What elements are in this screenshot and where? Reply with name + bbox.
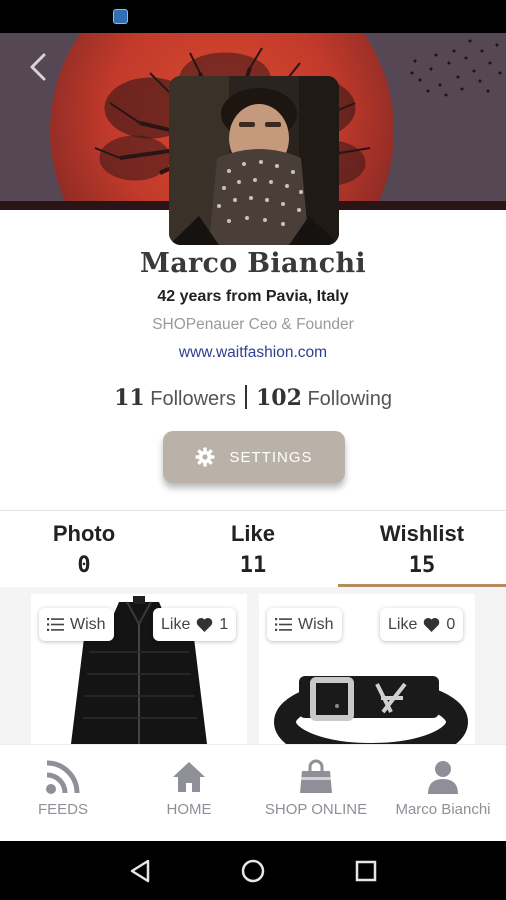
gear-icon (195, 447, 215, 467)
chevron-left-icon (30, 53, 46, 81)
android-back-button[interactable] (126, 857, 154, 885)
notification-icon (113, 9, 128, 24)
nav-shop-online-label: SHOP ONLINE (264, 801, 368, 818)
follow-divider (245, 385, 248, 409)
user-icon (428, 761, 458, 794)
nav-home-label: HOME (166, 801, 212, 818)
nav-profile[interactable]: Marco Bianchi (380, 745, 506, 842)
like-count: 1 (219, 615, 229, 633)
back-button[interactable] (20, 47, 56, 87)
avatar-photo (169, 76, 339, 245)
tab-wishlist-label: Wishlist (379, 521, 465, 546)
wish-button[interactable]: Wish (267, 608, 342, 641)
tab-photo[interactable]: Photo 0 (0, 511, 168, 588)
home-icon (173, 762, 205, 792)
bottom-navigation: FEEDS HOME SHOP ONLINE Marco Bianchi (0, 744, 506, 841)
follow-stats: 11 Followers 102 Following (0, 385, 506, 411)
settings-button-label: SETTINGS (229, 448, 313, 466)
following-count: 102 (255, 385, 302, 411)
product-card[interactable]: Wish Like 1 (31, 594, 247, 744)
triangle-back-icon (130, 859, 150, 883)
nav-shop-online[interactable]: SHOP ONLINE (253, 745, 379, 842)
followers-stat[interactable]: 11 Followers (114, 385, 241, 411)
wishlist-grid: Wish Like 1 Wish Like 0 (0, 587, 506, 744)
following-stat[interactable]: 102 Following (250, 385, 392, 411)
profile-avatar[interactable] (169, 76, 339, 245)
wish-button[interactable]: Wish (39, 608, 114, 641)
android-home-button[interactable] (239, 857, 267, 885)
square-recents-icon (355, 860, 377, 882)
tab-photo-count: 0 (77, 553, 91, 578)
like-button[interactable]: Like 1 (153, 608, 237, 641)
like-label: Like (161, 615, 191, 633)
status-bar (0, 0, 506, 33)
wish-label: Wish (298, 615, 334, 633)
settings-button[interactable]: SETTINGS (163, 431, 345, 483)
shopping-bag-icon (300, 759, 332, 793)
heart-icon (197, 617, 213, 632)
rss-icon (46, 760, 80, 794)
wish-label: Wish (70, 615, 106, 633)
profile-website-link[interactable]: www.waitfashion.com (0, 344, 506, 362)
nav-feeds-label: FEEDS (37, 801, 88, 818)
tab-like[interactable]: Like 11 (169, 511, 337, 588)
profile-tabs: Photo 0 Like 11 Wishlist 15 (0, 510, 506, 587)
android-recents-button[interactable] (352, 857, 380, 885)
nav-home[interactable]: HOME (126, 745, 252, 842)
nav-feeds[interactable]: FEEDS (0, 745, 126, 842)
tab-like-label: Like (230, 521, 276, 546)
tab-wishlist[interactable]: Wishlist 15 (338, 511, 506, 588)
followers-count: 11 (114, 385, 145, 411)
like-count: 0 (446, 615, 456, 633)
tab-photo-label: Photo (52, 521, 116, 546)
android-navigation-bar (0, 841, 506, 900)
followers-label: Followers (150, 388, 236, 410)
product-card[interactable]: Wish Like 0 (259, 594, 475, 744)
following-label: Following (307, 388, 392, 410)
circle-home-icon (241, 859, 265, 883)
list-icon (47, 618, 64, 631)
profile-role: SHOPenauer Ceo & Founder (152, 316, 354, 333)
profile-name: Marco Bianchi (140, 248, 366, 279)
like-button[interactable]: Like 0 (380, 608, 464, 641)
like-label: Like (388, 615, 418, 633)
heart-icon (424, 617, 440, 632)
nav-profile-label: Marco Bianchi (395, 801, 491, 818)
tab-wishlist-count: 15 (408, 553, 436, 578)
profile-age-location: 42 years from Pavia, Italy (157, 288, 349, 305)
list-icon (275, 618, 292, 631)
tab-like-count: 11 (239, 553, 267, 578)
